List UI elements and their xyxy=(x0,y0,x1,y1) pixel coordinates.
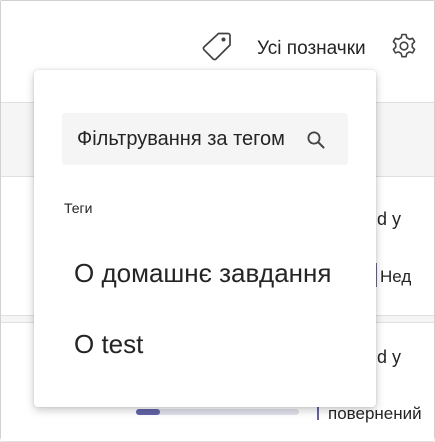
progress-bar xyxy=(136,409,299,415)
gear-icon[interactable] xyxy=(390,31,418,61)
tag-option-test[interactable]: О test xyxy=(74,329,143,359)
tag-filter-input[interactable] xyxy=(77,126,332,152)
tag-option-homework[interactable]: О домашнє завдання xyxy=(74,258,331,288)
all-tags-label[interactable]: Усі позначки xyxy=(257,37,366,61)
tag-filter-box[interactable] xyxy=(62,113,348,165)
card-status-text: d y xyxy=(377,209,402,229)
card-due-text: Нед xyxy=(380,267,412,286)
tags-section-label: Теги xyxy=(64,200,93,216)
search-icon xyxy=(307,131,325,149)
tag-icon[interactable] xyxy=(200,29,234,63)
progress-fill xyxy=(136,409,161,415)
tag-filter-dropdown: Теги О домашнє завдання О test xyxy=(34,70,376,407)
card-status-text: d y xyxy=(377,347,402,367)
